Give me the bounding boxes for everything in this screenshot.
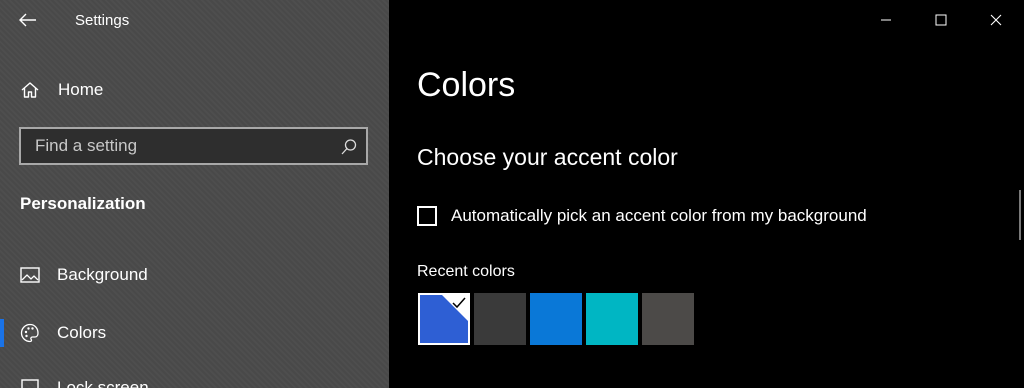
auto-pick-label: Automatically pick an accent color from … bbox=[451, 206, 867, 225]
color-swatch[interactable] bbox=[530, 293, 582, 345]
page-title: Colors bbox=[417, 66, 516, 104]
arrow-left-icon bbox=[19, 13, 36, 27]
scrollbar[interactable] bbox=[1019, 190, 1021, 240]
close-icon bbox=[990, 14, 1002, 26]
recent-colors bbox=[418, 293, 694, 345]
sidebar: Settings Home Personalization Background bbox=[0, 0, 389, 388]
sidebar-item-label: Background bbox=[57, 265, 148, 284]
main-panel: Colors Choose your accent color Automati… bbox=[389, 0, 1024, 388]
checkmark-icon bbox=[452, 297, 466, 309]
accent-color-heading: Choose your accent color bbox=[417, 144, 678, 170]
sidebar-item-label: Lock screen bbox=[57, 378, 149, 388]
minimize-button[interactable] bbox=[863, 0, 909, 40]
color-swatch[interactable] bbox=[642, 293, 694, 345]
minimize-icon bbox=[881, 19, 891, 21]
sidebar-item-home[interactable]: Home bbox=[0, 68, 389, 112]
sidebar-item-label: Colors bbox=[57, 323, 107, 342]
close-button[interactable] bbox=[973, 0, 1019, 40]
search-input[interactable] bbox=[21, 129, 335, 163]
sidebar-item-lock-screen[interactable]: Lock screen bbox=[0, 364, 389, 388]
sidebar-item-colors[interactable]: Colors bbox=[0, 311, 389, 355]
color-swatch[interactable] bbox=[586, 293, 638, 345]
auto-pick-checkbox[interactable] bbox=[417, 206, 437, 226]
image-icon bbox=[20, 265, 40, 285]
app-title: Settings bbox=[75, 12, 130, 29]
home-icon bbox=[20, 80, 40, 100]
search-box[interactable] bbox=[19, 127, 368, 165]
back-button[interactable] bbox=[16, 9, 40, 31]
auto-pick-accent-option[interactable]: Automatically pick an accent color from … bbox=[417, 204, 867, 228]
search-icon[interactable] bbox=[340, 138, 358, 156]
color-swatch[interactable] bbox=[474, 293, 526, 345]
recent-colors-label: Recent colors bbox=[417, 263, 515, 280]
section-heading: Personalization bbox=[20, 194, 146, 213]
lock-screen-icon bbox=[20, 378, 40, 388]
maximize-icon bbox=[935, 14, 947, 26]
color-swatch[interactable] bbox=[418, 293, 470, 345]
sidebar-item-label: Home bbox=[58, 80, 104, 99]
maximize-button[interactable] bbox=[918, 0, 964, 40]
sidebar-item-background[interactable]: Background bbox=[0, 253, 389, 297]
palette-icon bbox=[20, 323, 40, 343]
